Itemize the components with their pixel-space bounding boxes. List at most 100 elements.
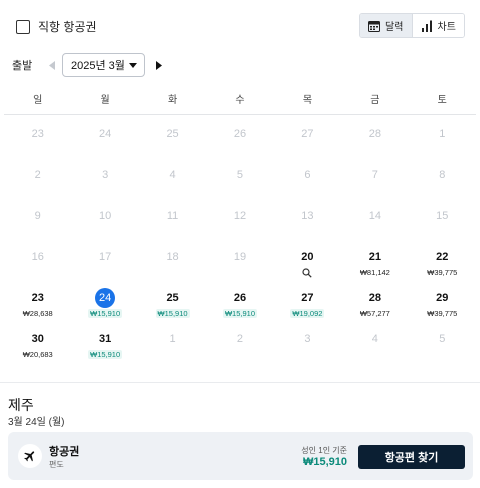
day-price: ₩57,277 <box>359 309 390 318</box>
day-number: 24 <box>99 128 112 140</box>
calendar-day: 1 <box>139 320 206 361</box>
divider <box>0 382 480 383</box>
search-icon[interactable] <box>302 268 313 278</box>
calendar-day: 17 <box>71 238 138 279</box>
day-number: 26 <box>233 128 247 140</box>
calendar-day[interactable]: 21 ₩81,142 <box>341 238 408 279</box>
caret-left-icon <box>49 60 55 70</box>
calendar-day: 25 <box>139 115 206 156</box>
calendar-view-button[interactable]: 달력 <box>360 14 413 37</box>
price-value: ₩15,910 <box>302 456 347 468</box>
calendar-day[interactable]: 28 ₩57,277 <box>341 279 408 320</box>
day-number: 21 <box>368 251 381 263</box>
chevron-down-icon <box>129 62 137 68</box>
day-number: 27 <box>301 128 314 140</box>
calendar-day: 16 <box>4 238 71 279</box>
calendar-day: 12 <box>206 197 273 238</box>
weekday-label: 일 <box>33 95 43 106</box>
calendar-day: 18 <box>139 238 206 279</box>
calendar-day[interactable]: 31 ₩15,910 <box>71 320 138 361</box>
calendar-day: 3 <box>71 156 138 197</box>
calendar-day[interactable]: 30 ₩20,683 <box>4 320 71 361</box>
day-number: 27 <box>301 292 314 304</box>
calendar-day-selected[interactable]: 24 ₩15,910 <box>71 279 138 320</box>
calendar-day[interactable]: 23 ₩28,638 <box>4 279 71 320</box>
day-number: 29 <box>436 292 449 304</box>
day-number: 9 <box>34 210 41 222</box>
calendar-day: 13 <box>274 197 341 238</box>
day-number: 25 <box>166 292 179 304</box>
day-price: ₩39,775 <box>427 309 458 318</box>
prev-month-button[interactable] <box>44 53 60 77</box>
calendar-day: 3 <box>274 320 341 361</box>
day-number: 14 <box>368 210 381 222</box>
calendar-day: 2 <box>4 156 71 197</box>
calendar-view-label: 달력 <box>385 22 404 33</box>
price-basis-label: 성인 1인 기준 <box>301 446 347 455</box>
day-number: 4 <box>169 169 176 181</box>
day-number: 2 <box>236 333 244 345</box>
flight-result-card: 항공권 편도 성인 1인 기준 ₩15,910 항공편 찾기 <box>8 432 473 480</box>
calendar-icon <box>368 20 381 32</box>
next-month-button[interactable] <box>151 53 167 77</box>
bar-chart-icon <box>421 20 432 32</box>
chart-view-button[interactable]: 차트 <box>412 14 464 37</box>
day-number: 3 <box>304 333 311 345</box>
day-number: 16 <box>31 251 44 263</box>
calendar-day: 23 <box>4 115 71 156</box>
month-select[interactable]: 2025년 3월 <box>62 53 145 77</box>
day-price: ₩28,638 <box>22 309 53 318</box>
day-number: 3 <box>102 169 109 181</box>
calendar-day: 6 <box>274 156 341 197</box>
calendar-day[interactable]: 27 ₩19,092 <box>274 279 341 320</box>
calendar-day[interactable]: 26 ₩15,910 <box>206 279 273 320</box>
day-price: ₩19,092 <box>290 309 325 318</box>
calendar-day[interactable]: 25 ₩15,910 <box>139 279 206 320</box>
trip-type: 편도 <box>49 460 64 469</box>
day-number: 12 <box>233 210 247 222</box>
calendar-day: 24 <box>71 115 138 156</box>
calendar-day: 9 <box>4 197 71 238</box>
calendar-day: 27 <box>274 115 341 156</box>
calendar-day: 7 <box>341 156 408 197</box>
calendar-day: 1 <box>409 115 476 156</box>
calendar-day: 4 <box>139 156 206 197</box>
day-number: 10 <box>99 210 112 222</box>
direct-flight-filter[interactable]: 직항 항공권 <box>16 18 97 35</box>
weekday-label: 토 <box>437 95 447 106</box>
weekday-label: 화 <box>167 95 178 106</box>
calendar-day: 8 <box>409 156 476 197</box>
airplane-icon <box>24 451 35 462</box>
weekday-header: 일 월 화 수 목 금 토 <box>4 91 476 115</box>
direct-flight-checkbox[interactable] <box>16 19 30 34</box>
calendar-day[interactable]: 22 ₩39,775 <box>409 238 476 279</box>
day-price: ₩15,910 <box>155 309 190 318</box>
day-number: 1 <box>169 333 176 345</box>
selected-date: 3월 24일 (월) <box>8 417 65 428</box>
calendar-day: 10 <box>71 197 138 238</box>
day-number: 31 <box>99 333 112 345</box>
calendar-day: 28 <box>341 115 408 156</box>
direct-flight-label: 직항 항공권 <box>38 20 97 34</box>
calendar-day: 5 <box>409 320 476 361</box>
weekday-label: 목 <box>302 95 313 106</box>
calendar-grid: 23 24 25 26 27 28 1 2 3 4 5 6 7 8 9 10 11 12 13 14 15 16 17 18 1… <box>4 115 476 361</box>
day-price: ₩39,775 <box>427 268 458 277</box>
month-navigation: 출발 2025년 3월 <box>12 53 167 77</box>
calendar-day: 19 <box>206 238 273 279</box>
day-price: ₩15,910 <box>88 309 123 318</box>
day-number: 23 <box>31 128 44 140</box>
calendar-day[interactable]: 20 <box>274 238 341 279</box>
calendar-day: 11 <box>139 197 206 238</box>
day-number: 17 <box>99 251 112 263</box>
find-flights-button[interactable]: 항공편 찾기 <box>358 445 465 469</box>
day-number: 1 <box>439 128 446 140</box>
day-price: ₩81,142 <box>359 268 390 277</box>
day-number: 13 <box>301 210 314 222</box>
day-number: 5 <box>236 169 244 181</box>
calendar-day[interactable]: 29 ₩39,775 <box>409 279 476 320</box>
day-number: 24 <box>95 288 116 308</box>
chart-view-label: 차트 <box>437 22 456 33</box>
view-toggle: 달력 차트 <box>359 13 465 38</box>
calendar-day: 4 <box>341 320 408 361</box>
